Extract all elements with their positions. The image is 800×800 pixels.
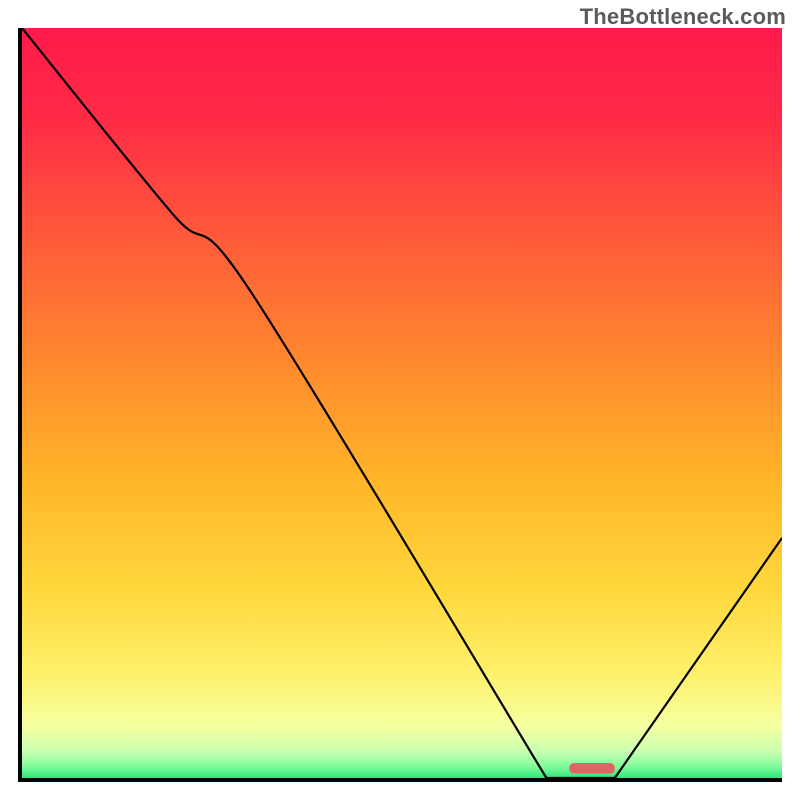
bottleneck-curve [22, 28, 782, 778]
chart-overlay [22, 28, 782, 778]
chart-frame: TheBottleneck.com [0, 0, 800, 800]
optimal-marker [569, 763, 615, 774]
plot-area [18, 28, 782, 782]
watermark-text: TheBottleneck.com [580, 4, 786, 30]
